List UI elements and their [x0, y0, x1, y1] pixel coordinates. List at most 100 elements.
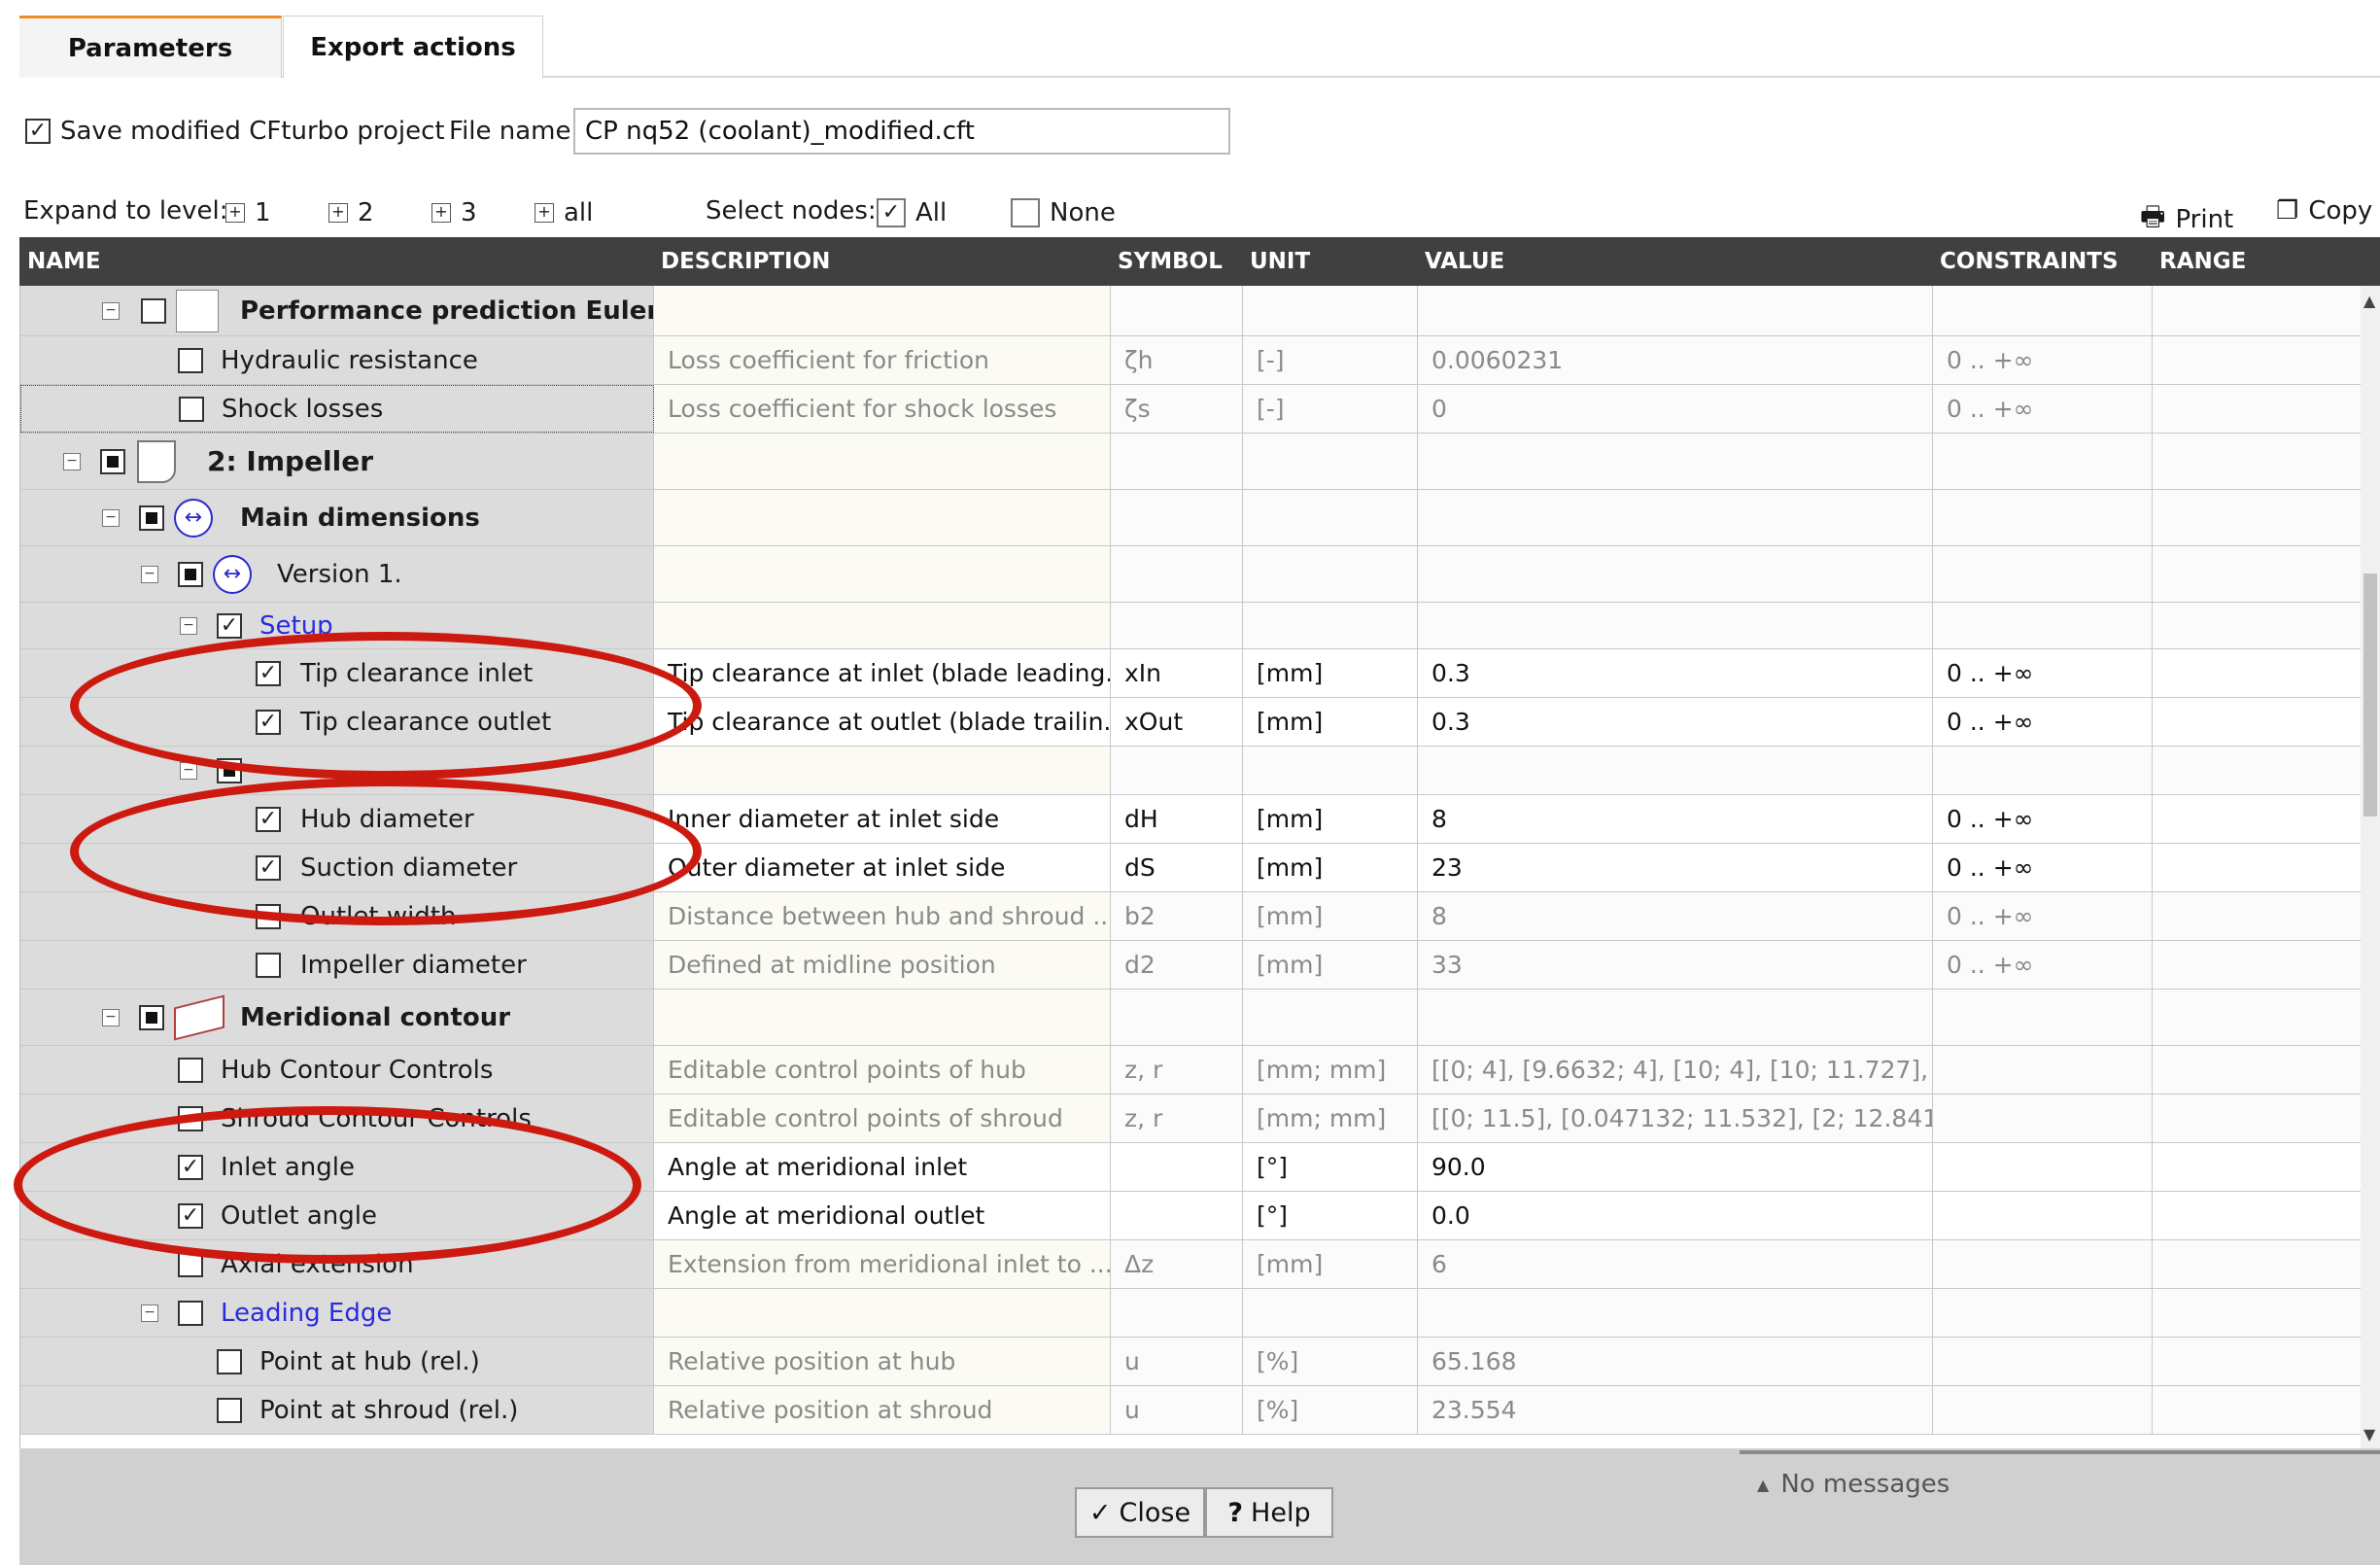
unit-cell: [mm]: [1243, 1240, 1418, 1288]
tree-row[interactable]: − ✓ Setup: [20, 603, 2362, 649]
node-checkbox[interactable]: [178, 561, 203, 587]
node-checkbox[interactable]: ✓: [178, 1202, 203, 1229]
tree-row[interactable]: Point at shroud (rel.) Relative position…: [20, 1386, 2362, 1435]
column-header-unit[interactable]: UNIT: [1242, 237, 1417, 286]
collapse-icon[interactable]: −: [102, 301, 120, 320]
file-name-input[interactable]: [573, 108, 1230, 155]
expand-level-2-button[interactable]: +2: [328, 198, 374, 227]
node-checkbox[interactable]: [100, 448, 125, 474]
scroll-down-icon[interactable]: ▼: [2363, 1425, 2375, 1443]
column-header-description[interactable]: DESCRIPTION: [653, 237, 1110, 286]
collapse-icon[interactable]: −: [63, 452, 81, 470]
node-checkbox[interactable]: ✓: [256, 806, 281, 832]
node-checkbox[interactable]: [217, 757, 242, 783]
range-cell: [2153, 1095, 2362, 1142]
node-checkbox[interactable]: [178, 1251, 203, 1277]
tree-row[interactable]: Shock losses Loss coefficient for shock …: [20, 385, 2362, 434]
range-cell[interactable]: [2153, 795, 2362, 843]
euler-performance-icon: [176, 289, 219, 332]
name-cell: ✓ Tip clearance inlet: [20, 649, 654, 697]
value-cell[interactable]: 8: [1418, 795, 1933, 843]
node-checkbox[interactable]: [217, 1348, 242, 1374]
column-header-symbol[interactable]: SYMBOL: [1110, 237, 1242, 286]
tree-row[interactable]: Axial extension Extension from meridiona…: [20, 1240, 2362, 1289]
select-all-button[interactable]: ✓ All: [877, 198, 947, 227]
tree-row[interactable]: −: [20, 747, 2362, 795]
node-checkbox[interactable]: [256, 903, 281, 929]
tree-row[interactable]: ✓ Suction diameter Outer diameter at inl…: [20, 844, 2362, 892]
print-button[interactable]: 🖶 Print: [2140, 196, 2233, 243]
help-button[interactable]: ? Help: [1205, 1487, 1333, 1538]
column-header-range[interactable]: RANGE: [2152, 237, 2361, 286]
scroll-up-icon[interactable]: ▲: [2363, 292, 2375, 310]
node-checkbox[interactable]: [178, 1300, 203, 1326]
range-cell[interactable]: [2153, 1143, 2362, 1191]
node-checkbox[interactable]: [178, 1105, 203, 1131]
copy-button[interactable]: ❐ Copy: [2276, 196, 2372, 226]
tree-row[interactable]: − Leading Edge: [20, 1289, 2362, 1338]
close-button[interactable]: ✓ Close: [1075, 1487, 1205, 1538]
node-checkbox[interactable]: [217, 1397, 242, 1423]
collapse-icon[interactable]: −: [102, 508, 120, 527]
node-checkbox[interactable]: [179, 396, 204, 422]
tab-parameters[interactable]: Parameters: [19, 16, 282, 78]
tree-row[interactable]: Hub Contour Controls Editable control po…: [20, 1046, 2362, 1095]
collapse-icon[interactable]: −: [102, 1008, 120, 1026]
tree-row[interactable]: ✓ Hub diameter Inner diameter at inlet s…: [20, 795, 2362, 844]
collapse-icon[interactable]: −: [141, 1304, 158, 1322]
tree-row[interactable]: Shroud Contour Controls Editable control…: [20, 1095, 2362, 1143]
node-checkbox[interactable]: ✓: [256, 709, 281, 735]
column-header-name[interactable]: NAME: [19, 237, 653, 286]
collapse-icon[interactable]: −: [180, 616, 197, 635]
value-cell[interactable]: 90.0: [1418, 1143, 1933, 1191]
tree-row[interactable]: Point at hub (rel.) Relative position at…: [20, 1338, 2362, 1386]
range-cell[interactable]: [2153, 649, 2362, 697]
value-cell[interactable]: 0.3: [1418, 698, 1933, 746]
constraints-cell: [1933, 747, 2153, 794]
node-checkbox[interactable]: [139, 504, 164, 531]
column-header-constraints[interactable]: CONSTRAINTS: [1932, 237, 2152, 286]
save-project-checkbox[interactable]: ✓: [25, 119, 51, 144]
expand-level-3-button[interactable]: +3: [431, 198, 477, 227]
grid-vertical-scrollbar[interactable]: [2361, 286, 2380, 1448]
collapse-icon[interactable]: −: [141, 565, 158, 583]
tree-row[interactable]: ✓ Tip clearance outlet Tip clearance at …: [20, 698, 2362, 747]
range-cell[interactable]: [2153, 1192, 2362, 1239]
tree-row[interactable]: − ↔ Main dimensions: [20, 490, 2362, 546]
node-checkbox[interactable]: [141, 297, 166, 324]
range-cell[interactable]: [2153, 844, 2362, 891]
column-header-value[interactable]: VALUE: [1417, 237, 1932, 286]
value-cell[interactable]: 23: [1418, 844, 1933, 891]
unit-cell: [1243, 286, 1418, 335]
description-cell: Tip clearance at inlet (blade leading...: [654, 649, 1111, 697]
node-checkbox[interactable]: [256, 952, 281, 978]
tab-export-actions[interactable]: Export actions: [283, 16, 543, 78]
collapse-icon[interactable]: −: [180, 761, 197, 780]
tree-row[interactable]: ✓ Inlet angle Angle at meridional inlet …: [20, 1143, 2362, 1192]
node-checkbox[interactable]: ✓: [256, 854, 281, 881]
value-cell[interactable]: 0.0: [1418, 1192, 1933, 1239]
messages-panel[interactable]: ▲ No messages: [1757, 1470, 1949, 1499]
tree-row[interactable]: − Meridional contour: [20, 990, 2362, 1046]
value-cell[interactable]: 0.3: [1418, 649, 1933, 697]
tree-row[interactable]: Impeller diameter Defined at midline pos…: [20, 941, 2362, 990]
tree-row[interactable]: Hydraulic resistance Loss coefficient fo…: [20, 336, 2362, 385]
tree-row[interactable]: ✓ Tip clearance inlet Tip clearance at i…: [20, 649, 2362, 698]
tree-row[interactable]: − ↔ Version 1.: [20, 546, 2362, 603]
expand-level-all-button[interactable]: + all: [535, 198, 593, 227]
node-checkbox[interactable]: ✓: [178, 1154, 203, 1180]
tree-row[interactable]: − Performance prediction Euler: [20, 286, 2362, 336]
node-checkbox[interactable]: [178, 1057, 203, 1083]
node-checkbox[interactable]: [178, 347, 203, 373]
tree-row[interactable]: Outlet width Distance between hub and sh…: [20, 892, 2362, 941]
select-none-button[interactable]: None: [1011, 198, 1116, 227]
scrollbar-thumb[interactable]: [2363, 574, 2377, 817]
node-checkbox[interactable]: ✓: [256, 660, 281, 686]
tree-row[interactable]: − 2: Impeller: [20, 434, 2362, 490]
tree-row[interactable]: ✓ Outlet angle Angle at meridional outle…: [20, 1192, 2362, 1240]
node-checkbox[interactable]: [139, 1004, 164, 1030]
expand-level-1-button[interactable]: +1: [225, 198, 271, 227]
range-cell: [2153, 892, 2362, 940]
node-checkbox[interactable]: ✓: [217, 612, 242, 639]
range-cell[interactable]: [2153, 698, 2362, 746]
